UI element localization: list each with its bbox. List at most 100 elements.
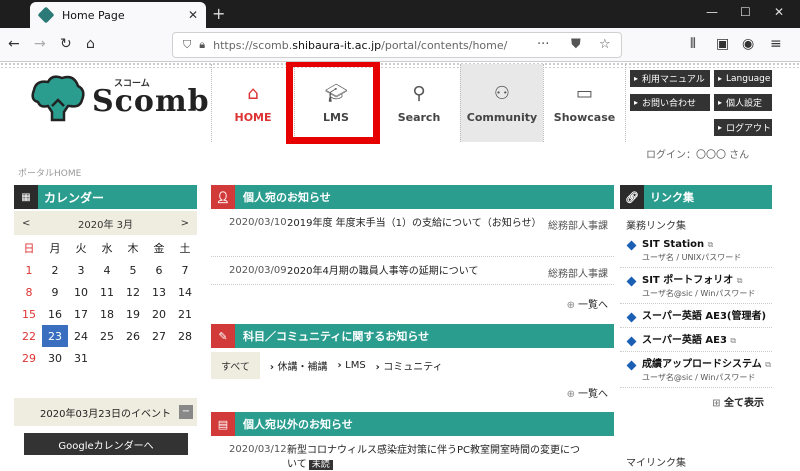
prev-month-icon[interactable]: <	[22, 218, 30, 229]
personal-notices-header: 👤︎ 個人宛のお知らせ	[211, 185, 614, 209]
app-root: Home Page ✕ + — ☐ ✕ ← → ↻ ⌂ ⛉ 🔒︎ https:/…	[0, 0, 800, 471]
calendar-day[interactable]: 31	[68, 347, 94, 369]
calendar-day[interactable]: 13	[146, 281, 172, 303]
tab-title: Home Page	[62, 8, 125, 22]
calendar-day[interactable]: 7	[172, 259, 198, 281]
calendar-day[interactable]: 11	[94, 281, 120, 303]
maximize-icon[interactable]: ☐	[740, 5, 751, 19]
calendar-day[interactable]: 16	[42, 303, 68, 325]
library-icon[interactable]: ⫴	[690, 36, 696, 52]
browser-tab[interactable]: Home Page ✕	[30, 2, 206, 28]
collapse-icon[interactable]: −	[179, 405, 193, 419]
tab-cancellations[interactable]: 休講・補講	[270, 358, 328, 373]
calendar-day[interactable]: 30	[42, 347, 68, 369]
link-credentials: ユーザ名 / UNIXパスワード	[642, 253, 742, 262]
account-icon[interactable]: ◉	[742, 36, 754, 52]
notice-title[interactable]: 2020年4月期の職員人事等の延期について	[287, 265, 537, 279]
link-name[interactable]: SIT Station	[642, 239, 704, 250]
calendar-day[interactable]: 17	[68, 303, 94, 325]
folder-icon: ▭	[575, 82, 593, 104]
course-more-link[interactable]: 一覧へ	[567, 385, 608, 400]
contact-button[interactable]: お問い合わせ	[630, 94, 710, 111]
personal-more-link[interactable]: 一覧へ	[567, 296, 608, 311]
settings-button[interactable]: 個人設定	[714, 94, 772, 111]
nav-home[interactable]: ⌂ HOME	[211, 64, 294, 142]
google-calendar-button[interactable]: Googleカレンダーへ	[24, 433, 188, 455]
personal-notices: 👤︎ 個人宛のお知らせ 2020/03/10 2019年度 年度末手当（1）の支…	[211, 185, 614, 311]
home-browser-icon[interactable]: ⌂	[86, 36, 95, 52]
search-icon: ⚲	[412, 82, 426, 104]
calendar-day[interactable]: 19	[120, 303, 146, 325]
calendar-day[interactable]: 15	[16, 303, 42, 325]
sidebar-icon[interactable]: ▣	[716, 36, 729, 52]
new-tab-icon[interactable]: +	[212, 4, 225, 23]
calendar-day[interactable]: 5	[120, 259, 146, 281]
notice-title[interactable]: 新型コロナウィルス感染症対策に伴うPC教室開室時間の変更について 未読	[287, 444, 587, 471]
tab-community[interactable]: コミュニティ	[376, 358, 442, 373]
nav-showcase[interactable]: ▭ Showcase	[543, 64, 626, 142]
notice-dept: 総務部人事課	[548, 269, 608, 280]
notice-row[interactable]: 2020/03/10 2019年度 年度末手当（1）の支給について（お知らせ） …	[211, 209, 614, 257]
calendar-day[interactable]: 6	[146, 259, 172, 281]
link-item[interactable]: スーパー英語 AE3 ⧉	[620, 328, 772, 352]
close-window-icon[interactable]: ✕	[774, 5, 784, 19]
links-title: リンク集	[650, 191, 694, 204]
calendar-day[interactable]: 28	[172, 325, 198, 347]
calendar-day[interactable]: 12	[120, 281, 146, 303]
link-item[interactable]: SIT ポートフォリオ ⧉ ユーザ名@sic / Winパスワード	[620, 268, 772, 304]
calendar-day[interactable]: 20	[146, 303, 172, 325]
link-item[interactable]: SIT Station ⧉ ユーザ名 / UNIXパスワード	[620, 232, 772, 268]
notice-row[interactable]: 2020/03/12 新型コロナウィルス感染症対策に伴うPC教室開室時間の変更に…	[211, 436, 614, 471]
notice-title[interactable]: 2019年度 年度末手当（1）の支給について（お知らせ）	[287, 217, 542, 231]
calendar-day[interactable]: 29	[16, 347, 42, 369]
next-month-icon[interactable]: >	[181, 218, 189, 229]
minimize-icon[interactable]: —	[706, 5, 718, 19]
reload-icon[interactable]: ↻	[60, 36, 72, 52]
link-name[interactable]: SIT ポートフォリオ	[642, 275, 733, 286]
tab-all[interactable]: すべて	[211, 351, 260, 379]
chain-link-icon: 🔗︎	[620, 185, 644, 209]
menu-icon[interactable]: ≡	[770, 36, 782, 52]
other-notices-header: ▤ 個人宛以外のお知らせ	[211, 412, 614, 436]
calendar-day[interactable]: 10	[68, 281, 94, 303]
calendar-day[interactable]: 9	[42, 281, 68, 303]
calendar-day[interactable]: 4	[94, 259, 120, 281]
link-item[interactable]: 成績アップロードシステム ⧉ ユーザ名@sic / Winパスワード	[620, 352, 772, 388]
calendar-day[interactable]: 18	[94, 303, 120, 325]
close-tab-icon[interactable]: ✕	[188, 8, 198, 22]
calendar-day[interactable]: 2	[42, 259, 68, 281]
calendar-day[interactable]: 22	[16, 325, 42, 347]
link-item[interactable]: スーパー英語 AE3(管理者)	[620, 304, 772, 328]
calendar-day[interactable]: 14	[172, 281, 198, 303]
calendar-day[interactable]: 24	[68, 325, 94, 347]
calendar-day[interactable]: 1	[16, 259, 42, 281]
back-icon[interactable]: ←	[8, 36, 20, 52]
calendar-day[interactable]: 25	[94, 325, 120, 347]
link-name[interactable]: 成績アップロードシステム	[642, 359, 762, 370]
bookmark-star-icon[interactable]: ☆	[599, 37, 611, 52]
calendar-day[interactable]: 8	[16, 281, 42, 303]
pocket-icon[interactable]: ⛊	[571, 37, 581, 52]
calendar-grid: 日月火水木金土 1 2 3 4 5 6 7 8 9 10 11 12 13 14 15 16 17 18 19 20 21…	[14, 237, 197, 369]
scomb-logo[interactable]: スコーム Scomb	[28, 70, 218, 130]
calendar-day[interactable]: 27	[146, 325, 172, 347]
nav-community[interactable]: ⚇ Community	[460, 64, 543, 142]
manual-button[interactable]: 利用マニュアル	[630, 70, 710, 87]
notice-row[interactable]: 2020/03/09 2020年4月期の職員人事等の延期について 総務部人事課	[211, 257, 614, 285]
show-all-links-button[interactable]: 全て表示	[620, 394, 772, 409]
nav-search[interactable]: ⚲ Search	[377, 64, 460, 142]
more-actions-icon[interactable]: ···	[537, 37, 549, 52]
people-icon: ⚇	[493, 82, 511, 104]
login-status: ログイン：〇〇〇 さん	[646, 150, 750, 161]
calendar-day[interactable]: 3	[68, 259, 94, 281]
logout-button[interactable]: ログアウト	[714, 119, 772, 136]
calendar-day[interactable]: 26	[120, 325, 146, 347]
language-button[interactable]: Language	[714, 70, 772, 87]
link-name[interactable]: スーパー英語 AE3	[642, 335, 727, 346]
forward-icon[interactable]: →	[34, 36, 46, 52]
tab-lms[interactable]: LMS	[338, 360, 366, 371]
link-name[interactable]: スーパー英語 AE3(管理者)	[642, 311, 766, 322]
calendar-day-today[interactable]: 23	[42, 325, 68, 347]
address-bar[interactable]: ⛉ 🔒︎ https://scomb. shibaura-it.ac.jp/por…	[172, 32, 622, 58]
calendar-day[interactable]: 21	[172, 303, 198, 325]
